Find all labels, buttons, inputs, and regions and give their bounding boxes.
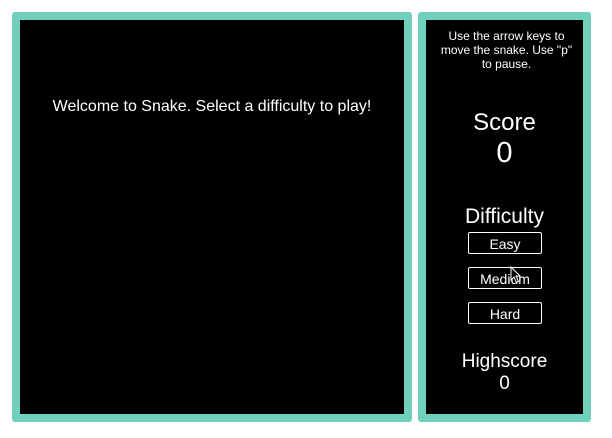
highscore-value: 0 bbox=[499, 373, 510, 394]
game-board: Welcome to Snake. Select a difficulty to… bbox=[12, 12, 412, 422]
medium-button[interactable]: Medium bbox=[468, 267, 542, 289]
easy-button[interactable]: Easy bbox=[468, 232, 542, 254]
welcome-message: Welcome to Snake. Select a difficulty to… bbox=[52, 98, 372, 115]
instructions-text: Use the arrow keys to move the snake. Us… bbox=[440, 29, 573, 71]
mouse-pointer-icon bbox=[510, 266, 522, 284]
hard-button[interactable]: Hard bbox=[468, 302, 542, 324]
difficulty-label: Difficulty bbox=[465, 205, 544, 228]
score-value: 0 bbox=[496, 137, 513, 169]
highscore-label: Highscore bbox=[461, 351, 548, 372]
score-label: Score bbox=[473, 109, 536, 136]
side-panel: Use the arrow keys to move the snake. Us… bbox=[418, 12, 591, 422]
